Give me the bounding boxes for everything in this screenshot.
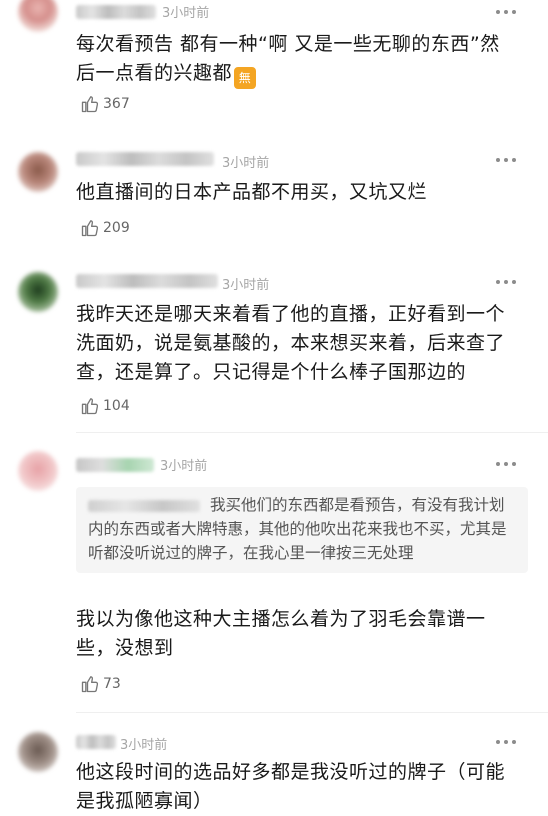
comment-text: 他直播间的日本产品都不用买，又坑又烂	[76, 181, 428, 203]
more-options-icon[interactable]	[496, 740, 518, 746]
thumbs-up-icon	[81, 220, 99, 237]
avatar[interactable]	[18, 732, 58, 772]
avatar[interactable]	[18, 272, 58, 312]
comment-time: 3小时前	[222, 156, 270, 171]
more-options-icon[interactable]	[496, 10, 518, 16]
username[interactable]	[76, 274, 218, 288]
comment-time: 3小时前	[160, 459, 208, 474]
like-button[interactable]: 367	[80, 93, 130, 115]
comment-time: 3小时前	[162, 6, 210, 21]
username[interactable]	[76, 458, 154, 472]
thumbs-up-icon	[81, 676, 99, 693]
avatar[interactable]	[18, 152, 58, 192]
username[interactable]	[76, 735, 116, 749]
quoted-username	[88, 499, 200, 512]
avatar[interactable]	[18, 0, 58, 32]
thumbs-up-icon	[81, 398, 99, 415]
like-button[interactable]: 104	[80, 395, 130, 417]
more-options-icon[interactable]	[496, 462, 518, 468]
comment-text: 我昨天还是哪天来着看了他的直播，正好看到一个洗面奶，说是氨基酸的，本来想买来着，…	[76, 303, 506, 383]
comment-text: 他这段时间的选品好多都是我没听过的牌子（可能是我孤陋寡闻）	[76, 761, 506, 812]
like-count: 104	[103, 398, 130, 414]
divider	[76, 712, 548, 713]
like-count: 73	[103, 676, 121, 692]
like-button[interactable]: 73	[80, 673, 121, 695]
quoted-reply[interactable]: 我买他们的东西都是看预告，有没有我计划内的东西或者大牌特惠，其他的他吹出花来我也…	[76, 487, 528, 573]
divider	[76, 432, 548, 433]
username[interactable]	[76, 5, 156, 19]
comment-time: 3小时前	[120, 738, 168, 753]
comment-text: 我以为像他这种大主播怎么着为了羽毛会靠谱一些，没想到	[76, 608, 486, 659]
comment-time: 3小时前	[222, 278, 270, 293]
more-options-icon[interactable]	[496, 280, 518, 286]
comment-text: 每次看预告 都有一种“啊 又是一些无聊的东西”然后一点看的兴趣都無	[76, 30, 518, 89]
avatar[interactable]	[18, 451, 58, 491]
thumbs-up-icon	[81, 96, 99, 113]
like-button[interactable]: 209	[80, 217, 130, 239]
emoji-icon: 無	[234, 67, 257, 89]
like-count: 209	[103, 220, 130, 236]
username[interactable]	[76, 152, 214, 166]
more-options-icon[interactable]	[496, 158, 518, 164]
like-count: 367	[103, 96, 130, 112]
